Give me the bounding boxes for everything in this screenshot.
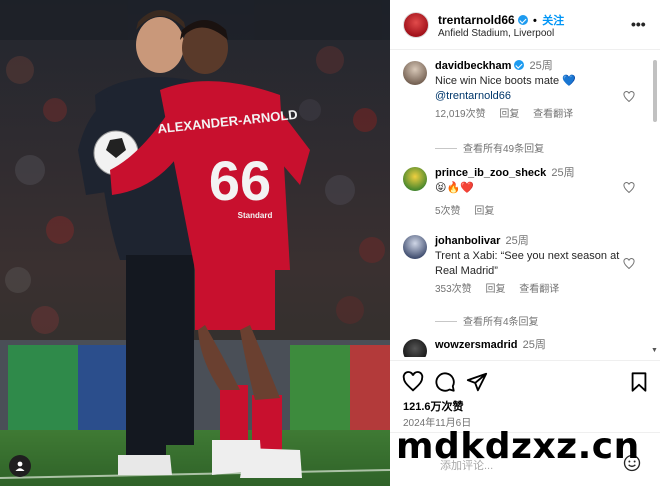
comment-text: Trent a Xabi: “See you next season at Re… [435, 250, 620, 277]
commenter-username[interactable]: johanbolivar [435, 235, 500, 247]
comment-icon[interactable] [434, 371, 456, 393]
scroll-down-arrow-icon[interactable]: ▼ [651, 347, 658, 354]
view-replies-button[interactable]: 查看所有49条回复 [435, 140, 544, 155]
tagged-user-icon[interactable] [9, 455, 31, 477]
more-options-icon[interactable]: ••• [631, 16, 646, 32]
comment-likes[interactable]: 12,019次赞 [435, 109, 486, 120]
verified-badge-icon [517, 15, 528, 25]
reply-button[interactable]: 回复 [474, 206, 494, 217]
comment-time: 25周 [505, 235, 529, 247]
comments-scrollbar[interactable] [653, 60, 657, 122]
svg-text:66: 66 [209, 149, 271, 212]
comment-list[interactable]: davidbeckham 25周 Nice win Nice boots mat… [390, 51, 660, 357]
like-count[interactable]: 121.6万次赞 [403, 398, 464, 414]
post-action-bar [390, 360, 660, 400]
svg-text:Standard: Standard [238, 211, 273, 220]
comment-body: wowzersmadrid 25周 [435, 338, 620, 353]
post-side-panel: trentarnold66 • 关注 Anfield Stadium, Live… [390, 0, 660, 486]
view-replies-button[interactable]: 查看所有4条回复 [435, 313, 539, 328]
commenter-avatar[interactable] [403, 235, 427, 259]
follow-button[interactable]: 关注 [542, 15, 564, 27]
comment-like-heart-icon[interactable] [623, 258, 635, 270]
comment-meta: 12,019次赞 回复 查看翻译 [435, 107, 620, 122]
post-header: trentarnold66 • 关注 Anfield Stadium, Live… [390, 0, 660, 50]
watermark-text: mdkdzxz.cn [396, 426, 640, 467]
commenter-avatar[interactable] [403, 61, 427, 85]
comment-mention[interactable]: @trentarnold66 [435, 90, 511, 102]
comment-meta: 5次赞 回复 [435, 204, 620, 219]
comment-meta: 353次赞 回复 查看翻译 [435, 282, 620, 297]
blue-heart-emoji: 💙 [562, 75, 576, 87]
comment-likes[interactable]: 5次赞 [435, 206, 461, 217]
comment-text: 😝🔥❤️ [435, 182, 474, 194]
comment-like-heart-icon[interactable] [623, 182, 635, 194]
commenter-username[interactable]: davidbeckham [435, 60, 511, 72]
comment-text: Nice win Nice boots mate [435, 75, 563, 87]
comment-likes[interactable]: 353次赞 [435, 284, 472, 295]
match-photo-illustration: ALEXANDER-ARNOLD 66 Standard [0, 0, 390, 486]
heart-icon[interactable] [402, 371, 424, 393]
post-photo[interactable]: ALEXANDER-ARNOLD 66 Standard [0, 0, 390, 486]
location-link[interactable]: Anfield Stadium, Liverpool [438, 28, 554, 39]
send-icon[interactable] [466, 371, 488, 393]
commenter-username[interactable]: prince_ib_zoo_sheck [435, 167, 546, 179]
separator-dot: • [533, 15, 537, 27]
comment-body: johanbolivar 25周 Trent a Xabi: “See you … [435, 234, 620, 297]
author-username[interactable]: trentarnold66 [438, 13, 515, 27]
reply-button[interactable]: 回复 [499, 109, 519, 120]
comment-time: 25周 [529, 60, 553, 72]
comment-like-heart-icon[interactable] [623, 91, 635, 103]
reply-button[interactable]: 回复 [485, 284, 505, 295]
author-row: trentarnold66 • 关注 [438, 12, 564, 28]
comment-body: davidbeckham 25周 Nice win Nice boots mat… [435, 59, 620, 122]
bookmark-icon[interactable] [628, 371, 650, 393]
verified-badge-icon [514, 60, 525, 70]
commenter-username[interactable]: wowzersmadrid [435, 339, 518, 351]
comment-body: prince_ib_zoo_sheck 25周 😝🔥❤️ 5次赞 回复 [435, 166, 620, 219]
comment-time: 25周 [522, 339, 546, 351]
author-avatar[interactable] [403, 12, 429, 38]
commenter-avatar[interactable] [403, 339, 427, 357]
commenter-avatar[interactable] [403, 167, 427, 191]
translate-button[interactable]: 查看翻译 [533, 109, 573, 120]
comment-time: 25周 [551, 167, 575, 179]
translate-button[interactable]: 查看翻译 [519, 284, 559, 295]
